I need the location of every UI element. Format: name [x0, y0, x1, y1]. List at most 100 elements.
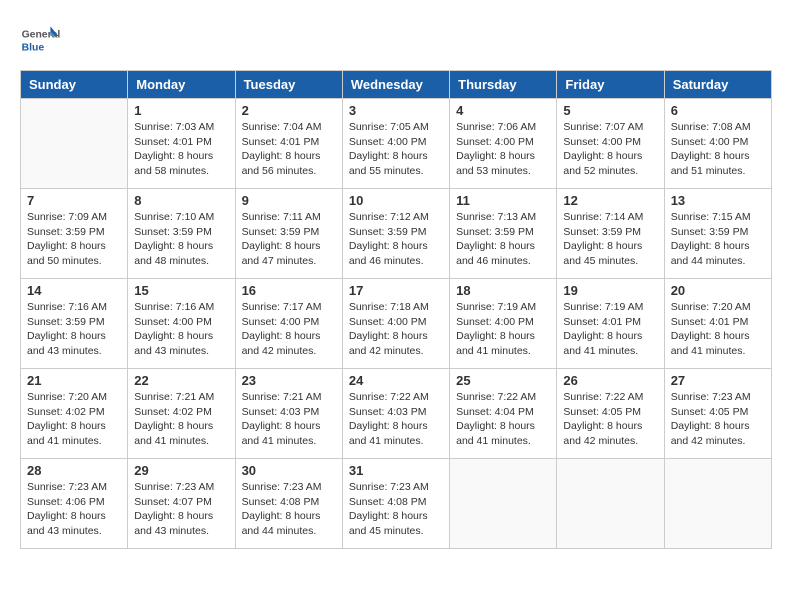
day-number: 25 — [456, 373, 550, 388]
calendar-cell: 25Sunrise: 7:22 AMSunset: 4:04 PMDayligh… — [450, 369, 557, 459]
calendar-cell: 17 Sunrise: 7:18 AMSunset: 4:00 PMDayligh… — [342, 279, 449, 369]
day-info: Sunrise: 7:18 AMSunset: 4:00 PMDaylight:… — [349, 300, 443, 359]
calendar-cell: 5 Sunrise: 7:07 AMSunset: 4:00 PMDaylight… — [557, 99, 664, 189]
calendar-cell: 11 Sunrise: 7:13 AMSunset: 3:59 PMDayligh… — [450, 189, 557, 279]
calendar-week-4: 21 Sunrise: 7:20 AMSunset: 4:02 PMDayligh… — [21, 369, 772, 459]
calendar-cell — [21, 99, 128, 189]
day-number: 22 — [134, 373, 228, 388]
calendar-cell: 13Sunrise: 7:15 AMSunset: 3:59 PMDayligh… — [664, 189, 771, 279]
calendar-cell — [450, 459, 557, 549]
day-number: 24 — [349, 373, 443, 388]
day-info: Sunrise: 7:17 AMSunset: 4:00 PMDaylight:… — [242, 300, 336, 359]
calendar-week-3: 14 Sunrise: 7:16 AMSunset: 3:59 PMDayligh… — [21, 279, 772, 369]
calendar-cell: 27Sunrise: 7:23 AMSunset: 4:05 PMDayligh… — [664, 369, 771, 459]
calendar-cell: 10 Sunrise: 7:12 AMSunset: 3:59 PMDayligh… — [342, 189, 449, 279]
calendar-week-1: 1Sunrise: 7:03 AMSunset: 4:01 PMDaylight… — [21, 99, 772, 189]
day-info: Sunrise: 7:14 AMSunset: 3:59 PMDaylight:… — [563, 210, 657, 269]
page-header: General Blue — [20, 20, 772, 60]
day-number: 31 — [349, 463, 443, 478]
calendar-cell: 1Sunrise: 7:03 AMSunset: 4:01 PMDaylight… — [128, 99, 235, 189]
day-info: Sunrise: 7:11 AMSunset: 3:59 PMDaylight:… — [242, 210, 336, 269]
day-info: Sunrise: 7:23 AMSunset: 4:08 PMDaylight:… — [242, 480, 336, 539]
calendar-cell: 29 Sunrise: 7:23 AMSunset: 4:07 PMDayligh… — [128, 459, 235, 549]
calendar-cell: 18 Sunrise: 7:19 AMSunset: 4:00 PMDayligh… — [450, 279, 557, 369]
day-info: Sunrise: 7:12 AMSunset: 3:59 PMDaylight:… — [349, 210, 443, 269]
calendar-cell: 9 Sunrise: 7:11 AMSunset: 3:59 PMDaylight… — [235, 189, 342, 279]
day-info: Sunrise: 7:21 AMSunset: 4:02 PMDaylight:… — [134, 390, 228, 449]
day-info: Sunrise: 7:19 AMSunset: 4:01 PMDaylight:… — [563, 300, 657, 359]
calendar-body: 1Sunrise: 7:03 AMSunset: 4:01 PMDaylight… — [21, 99, 772, 549]
day-number: 23 — [242, 373, 336, 388]
calendar-header-row: SundayMondayTuesdayWednesdayThursdayFrid… — [21, 71, 772, 99]
day-number: 29 — [134, 463, 228, 478]
day-number: 10 — [349, 193, 443, 208]
day-number: 4 — [456, 103, 550, 118]
day-number: 3 — [349, 103, 443, 118]
day-info: Sunrise: 7:20 AMSunset: 4:02 PMDaylight:… — [27, 390, 121, 449]
day-number: 30 — [242, 463, 336, 478]
day-info: Sunrise: 7:22 AMSunset: 4:03 PMDaylight:… — [349, 390, 443, 449]
day-number: 2 — [242, 103, 336, 118]
calendar-cell: 14 Sunrise: 7:16 AMSunset: 3:59 PMDayligh… — [21, 279, 128, 369]
calendar-cell: 28 Sunrise: 7:23 AMSunset: 4:06 PMDayligh… — [21, 459, 128, 549]
day-number: 16 — [242, 283, 336, 298]
day-number: 8 — [134, 193, 228, 208]
day-info: Sunrise: 7:10 AMSunset: 3:59 PMDaylight:… — [134, 210, 228, 269]
calendar-cell: 12 Sunrise: 7:14 AMSunset: 3:59 PMDayligh… — [557, 189, 664, 279]
calendar-cell: 4 Sunrise: 7:06 AMSunset: 4:00 PMDaylight… — [450, 99, 557, 189]
day-number: 5 — [563, 103, 657, 118]
day-number: 18 — [456, 283, 550, 298]
weekday-header-tuesday: Tuesday — [235, 71, 342, 99]
day-number: 20 — [671, 283, 765, 298]
day-number: 11 — [456, 193, 550, 208]
day-info: Sunrise: 7:21 AMSunset: 4:03 PMDaylight:… — [242, 390, 336, 449]
day-info: Sunrise: 7:20 AMSunset: 4:01 PMDaylight:… — [671, 300, 765, 359]
weekday-header-saturday: Saturday — [664, 71, 771, 99]
day-number: 26 — [563, 373, 657, 388]
weekday-header-monday: Monday — [128, 71, 235, 99]
calendar-cell: 20 Sunrise: 7:20 AMSunset: 4:01 PMDayligh… — [664, 279, 771, 369]
day-info: Sunrise: 7:16 AMSunset: 3:59 PMDaylight:… — [27, 300, 121, 359]
day-number: 17 — [349, 283, 443, 298]
day-number: 1 — [134, 103, 228, 118]
weekday-header-thursday: Thursday — [450, 71, 557, 99]
calendar-cell: 22 Sunrise: 7:21 AMSunset: 4:02 PMDayligh… — [128, 369, 235, 459]
day-info: Sunrise: 7:16 AMSunset: 4:00 PMDaylight:… — [134, 300, 228, 359]
calendar-week-2: 7Sunrise: 7:09 AMSunset: 3:59 PMDaylight… — [21, 189, 772, 279]
day-number: 12 — [563, 193, 657, 208]
calendar-cell: 3 Sunrise: 7:05 AMSunset: 4:00 PMDaylight… — [342, 99, 449, 189]
day-info: Sunrise: 7:23 AMSunset: 4:07 PMDaylight:… — [134, 480, 228, 539]
day-info: Sunrise: 7:04 AMSunset: 4:01 PMDaylight:… — [242, 120, 336, 179]
day-number: 21 — [27, 373, 121, 388]
calendar-cell: 16 Sunrise: 7:17 AMSunset: 4:00 PMDayligh… — [235, 279, 342, 369]
day-info: Sunrise: 7:22 AMSunset: 4:05 PMDaylight:… — [563, 390, 657, 449]
day-info: Sunrise: 7:13 AMSunset: 3:59 PMDaylight:… — [456, 210, 550, 269]
day-number: 14 — [27, 283, 121, 298]
weekday-header-sunday: Sunday — [21, 71, 128, 99]
day-info: Sunrise: 7:23 AMSunset: 4:05 PMDaylight:… — [671, 390, 765, 449]
calendar-cell: 2 Sunrise: 7:04 AMSunset: 4:01 PMDaylight… — [235, 99, 342, 189]
day-info: Sunrise: 7:07 AMSunset: 4:00 PMDaylight:… — [563, 120, 657, 179]
day-info: Sunrise: 7:08 AMSunset: 4:00 PMDaylight:… — [671, 120, 765, 179]
calendar-cell: 15Sunrise: 7:16 AMSunset: 4:00 PMDayligh… — [128, 279, 235, 369]
day-number: 28 — [27, 463, 121, 478]
day-info: Sunrise: 7:05 AMSunset: 4:00 PMDaylight:… — [349, 120, 443, 179]
calendar-cell: 30 Sunrise: 7:23 AMSunset: 4:08 PMDayligh… — [235, 459, 342, 549]
svg-text:Blue: Blue — [22, 42, 45, 53]
day-info: Sunrise: 7:06 AMSunset: 4:00 PMDaylight:… — [456, 120, 550, 179]
calendar-cell: 6Sunrise: 7:08 AMSunset: 4:00 PMDaylight… — [664, 99, 771, 189]
calendar-cell: 26 Sunrise: 7:22 AMSunset: 4:05 PMDayligh… — [557, 369, 664, 459]
calendar-cell: 7Sunrise: 7:09 AMSunset: 3:59 PMDaylight… — [21, 189, 128, 279]
calendar-cell: 23 Sunrise: 7:21 AMSunset: 4:03 PMDayligh… — [235, 369, 342, 459]
day-number: 9 — [242, 193, 336, 208]
day-info: Sunrise: 7:23 AMSunset: 4:08 PMDaylight:… — [349, 480, 443, 539]
calendar-week-5: 28 Sunrise: 7:23 AMSunset: 4:06 PMDayligh… — [21, 459, 772, 549]
day-info: Sunrise: 7:23 AMSunset: 4:06 PMDaylight:… — [27, 480, 121, 539]
calendar-cell: 31 Sunrise: 7:23 AMSunset: 4:08 PMDayligh… — [342, 459, 449, 549]
calendar-cell: 24 Sunrise: 7:22 AMSunset: 4:03 PMDayligh… — [342, 369, 449, 459]
day-info: Sunrise: 7:19 AMSunset: 4:00 PMDaylight:… — [456, 300, 550, 359]
calendar-cell — [557, 459, 664, 549]
day-info: Sunrise: 7:09 AMSunset: 3:59 PMDaylight:… — [27, 210, 121, 269]
calendar-cell: 21 Sunrise: 7:20 AMSunset: 4:02 PMDayligh… — [21, 369, 128, 459]
day-info: Sunrise: 7:15 AMSunset: 3:59 PMDaylight:… — [671, 210, 765, 269]
